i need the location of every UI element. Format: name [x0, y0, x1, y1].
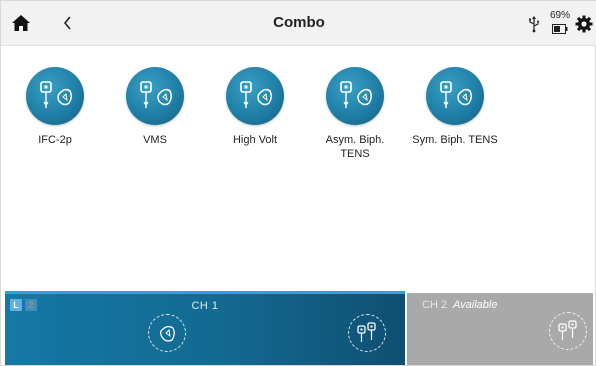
- top-bar: Combo 69%: [1, 1, 596, 46]
- program-label: Sym. Biph. TENS: [412, 134, 498, 146]
- electrode-pads-icon: [126, 67, 184, 125]
- program-sym-biph-tens[interactable]: Sym. Biph. TENS: [405, 67, 505, 147]
- channel-2-panel[interactable]: CH 2 Available: [407, 293, 593, 365]
- program-label: Asym. Biph. TENS: [325, 134, 385, 160]
- electrode-pads-icon: [26, 67, 84, 125]
- battery-indicator: 69%: [547, 10, 573, 36]
- electrode-pads-icon: [226, 67, 284, 125]
- electrode-pair-icon[interactable]: [348, 314, 386, 352]
- channel-1-panel[interactable]: L 2 CH 1: [5, 291, 405, 365]
- battery-icon: [552, 24, 568, 34]
- program-label: IFC-2p: [38, 134, 72, 146]
- channel-2-status: Available: [453, 299, 498, 311]
- channel-1-label: CH 1: [191, 300, 219, 312]
- electrode-pads-icon: [426, 67, 484, 125]
- electrode-pads-icon: [326, 67, 384, 125]
- gear-icon[interactable]: [575, 15, 593, 33]
- usb-icon: [527, 15, 541, 33]
- program-ifc-2p[interactable]: IFC-2p: [5, 67, 105, 147]
- program-asym-biph-tens[interactable]: Asym. Biph. TENS: [305, 67, 405, 161]
- program-label: VMS: [143, 134, 167, 146]
- program-vms[interactable]: VMS: [105, 67, 205, 147]
- program-high-volt[interactable]: High Volt: [205, 67, 305, 147]
- channel-2-label: CH 2: [422, 299, 448, 311]
- program-label: High Volt: [232, 134, 278, 146]
- app-frame: Combo 69% IFC-2p VMS High Volt Asym. Bip…: [0, 0, 596, 366]
- page-title: Combo: [273, 14, 325, 31]
- body-pad-icon[interactable]: [148, 314, 186, 352]
- electrode-pair-icon[interactable]: [549, 312, 587, 350]
- battery-percent: 69%: [549, 10, 570, 21]
